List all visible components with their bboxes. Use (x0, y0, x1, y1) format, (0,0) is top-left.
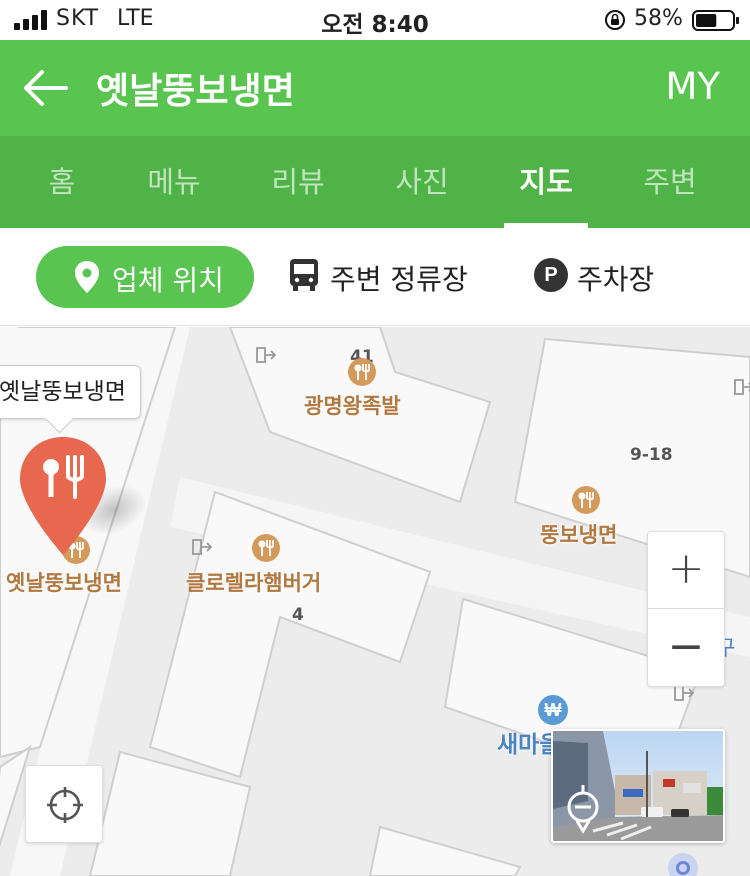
entrance-icon (256, 347, 276, 363)
poi-label[interactable]: 광명왕족발 (304, 390, 401, 420)
business-location-label: 업체 위치 (112, 264, 224, 297)
restaurant-icon[interactable] (572, 486, 600, 514)
rotation-lock-icon (605, 10, 625, 30)
poi-label[interactable]: 뚱보냉면 (540, 519, 617, 549)
my-button[interactable]: MY (665, 65, 720, 108)
tab-nearby[interactable]: 주변 (608, 136, 732, 228)
battery-icon (692, 10, 739, 31)
tab-bar: 홈 메뉴 리뷰 사진 지도 주변 (0, 136, 750, 228)
parking-icon[interactable]: P (534, 258, 568, 292)
my-location-marker (668, 853, 698, 876)
crosshair-icon (47, 787, 83, 823)
street-view-image (553, 731, 723, 841)
selected-restaurant-pin-icon[interactable] (18, 435, 108, 557)
tab-home[interactable]: 홈 (0, 136, 124, 228)
map-filter-bar: 업체 위치 주변 정류장 P 주차장 (0, 228, 750, 326)
tab-map[interactable]: 지도 (484, 136, 608, 228)
station-icon[interactable]: ₩ (538, 695, 568, 725)
tab-reviews[interactable]: 리뷰 (236, 136, 360, 228)
page-title: 옛날뚱보냉면 (96, 71, 295, 112)
street-view-thumbnail[interactable] (551, 729, 725, 843)
restaurant-icon[interactable] (252, 534, 280, 562)
entrance-icon (734, 379, 750, 395)
location-pin-icon (75, 261, 99, 293)
restaurant-icon[interactable] (348, 358, 376, 386)
nearby-bus-stops-button[interactable]: 주변 정류장 (330, 258, 468, 298)
zoom-out-button[interactable]: − (648, 610, 724, 687)
status-bar: SKT LTE 오전 8:40 58% (0, 0, 750, 40)
poi-label[interactable]: 클로렐라햄버거 (186, 567, 321, 597)
map-view[interactable]: 41 9-18 4 광명왕족발 뚱보냉면 클로렐라햄버거 옛날뚱보냉면 옛날뚱보… (0, 327, 750, 876)
back-arrow-icon[interactable] (22, 66, 70, 110)
poi-label[interactable]: 옛날뚱보냉면 (6, 567, 122, 597)
zoom-in-button[interactable]: + (648, 532, 724, 609)
tab-photos[interactable]: 사진 (360, 136, 484, 228)
entrance-icon (192, 539, 212, 555)
parking-button[interactable]: 주차장 (577, 258, 654, 298)
battery-percent: 58% (634, 6, 683, 31)
app-header: 옛날뚱보냉면 MY (0, 40, 750, 136)
business-location-button[interactable]: 업체 위치 (36, 246, 254, 308)
lot-number-label: 9-18 (630, 445, 673, 465)
tab-menu[interactable]: 메뉴 (112, 136, 236, 228)
entrance-icon (674, 685, 694, 701)
place-callout[interactable]: 옛날뚱보냉면 (0, 365, 141, 419)
bus-icon[interactable] (288, 258, 320, 292)
zoom-controls: + − (647, 531, 725, 687)
lot-number-label: 4 (292, 605, 304, 625)
current-location-button[interactable] (25, 765, 103, 843)
